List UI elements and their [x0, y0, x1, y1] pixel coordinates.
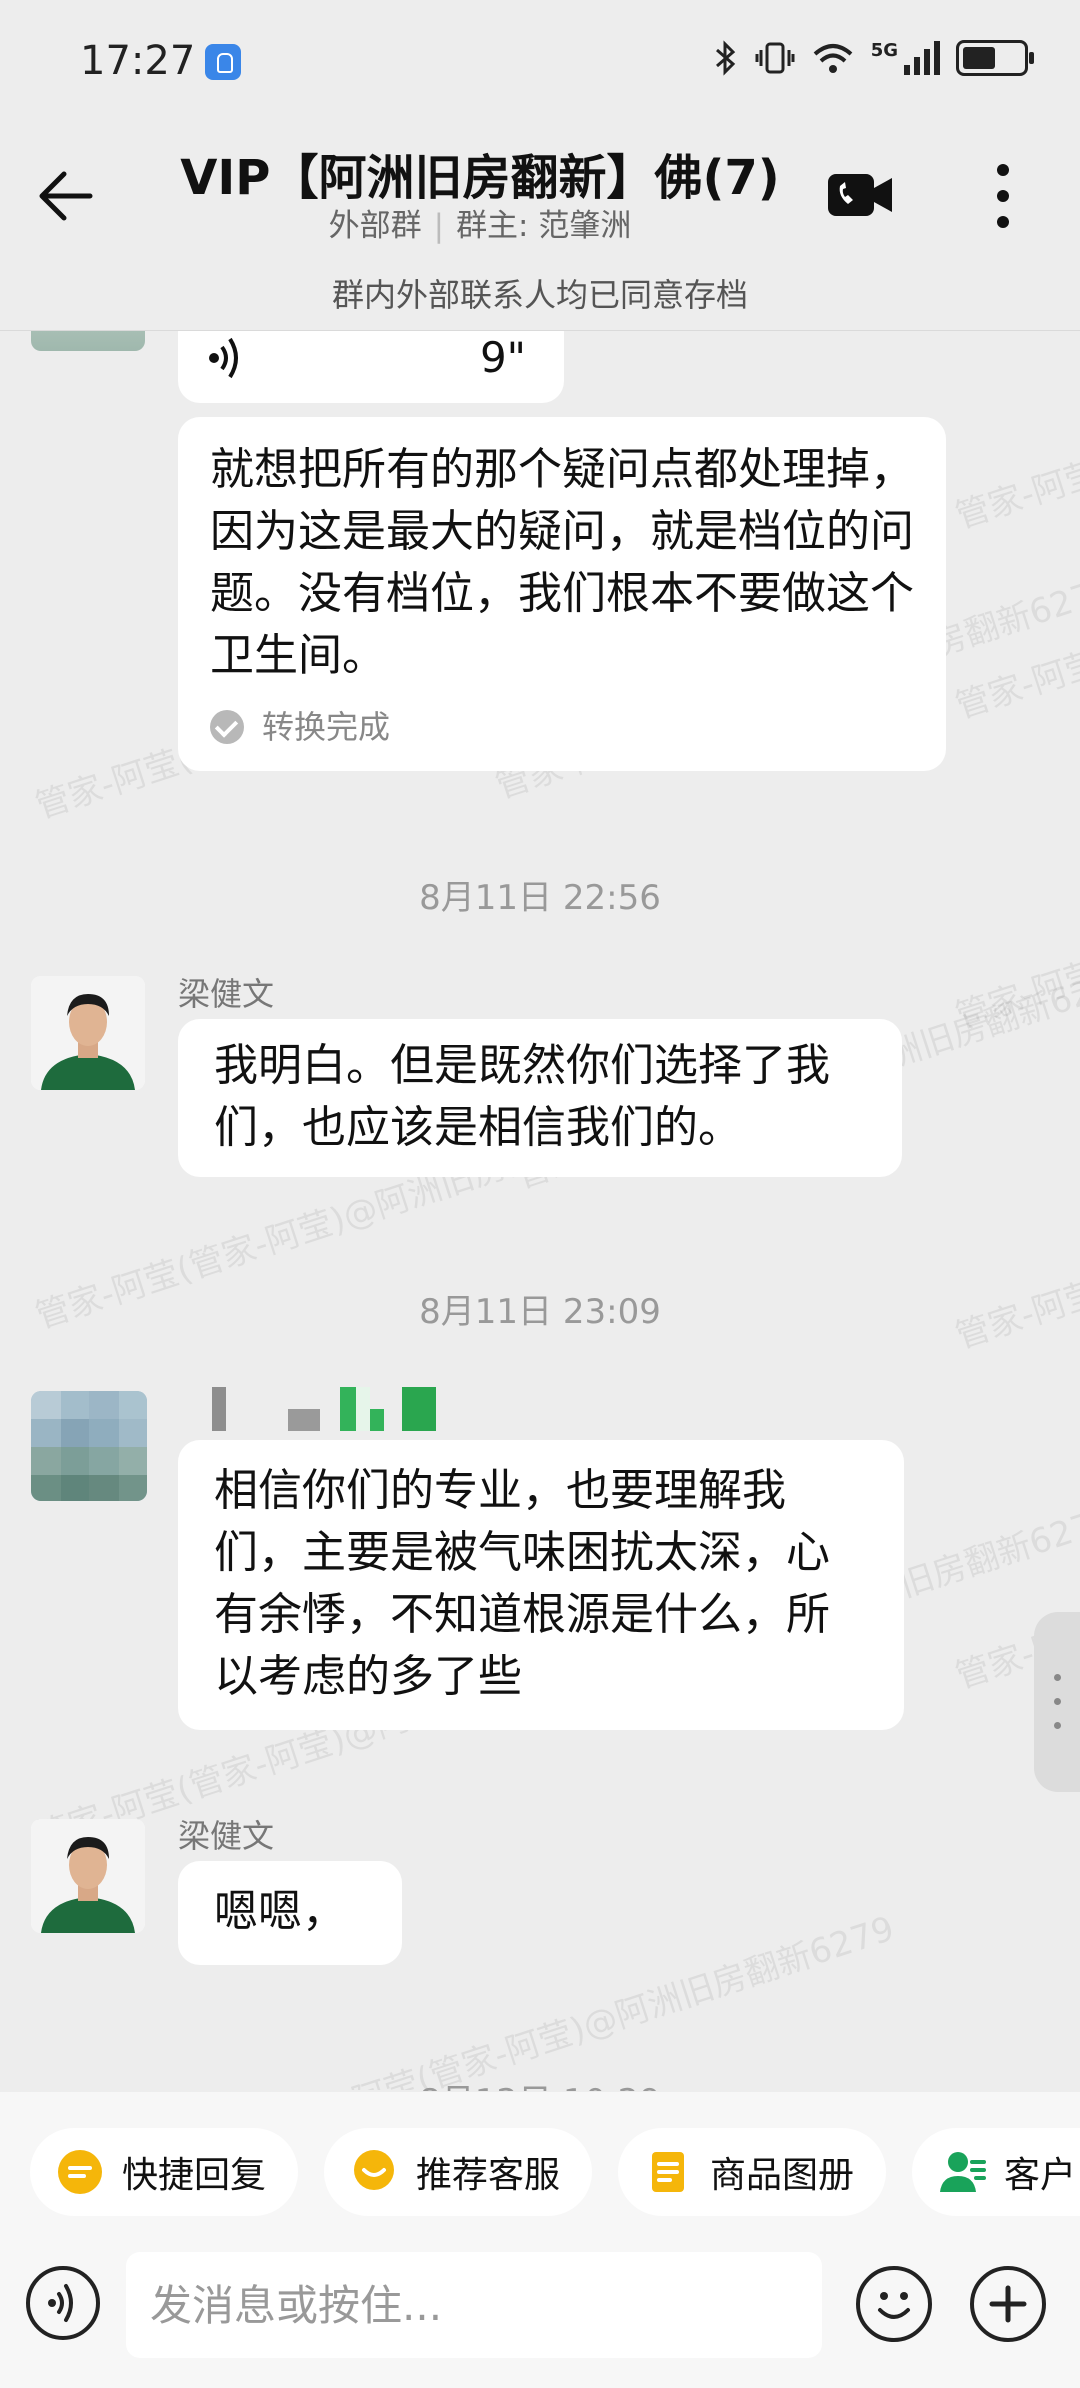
emoji-button[interactable]	[856, 2266, 932, 2342]
catalog-icon	[652, 2152, 684, 2192]
avatar[interactable]	[31, 331, 145, 351]
vibrate-icon	[755, 42, 795, 74]
person-avatar-icon	[31, 976, 145, 1090]
message-list[interactable]: 9" 就想把所有的那个疑问点都处理掉，因为这是最大的疑问，就是档位的问题。没有档…	[0, 331, 1080, 2091]
customer-label: 客户	[1004, 2155, 1077, 2196]
customer-button[interactable]: 客户	[912, 2128, 1080, 2216]
smiley-icon	[878, 2292, 910, 2319]
signal-icon	[904, 41, 940, 75]
input-bar	[0, 2242, 1080, 2388]
chat-bubble-icon	[354, 2150, 394, 2190]
pixelated-avatar-icon	[31, 1391, 147, 1501]
status-time: 17:27	[80, 38, 196, 84]
group-title[interactable]: VIP【阿洲旧房翻新】佛(7)	[160, 138, 800, 208]
chat-header: VIP【阿洲旧房翻新】佛(7) 外部群 | 群主: 范肇洲 群内外部联系人均已同意存…	[0, 120, 1080, 331]
timestamp: 8月11日 23:09	[419, 1292, 661, 1332]
timestamp: 8月12日 10:29	[0, 2074, 1080, 2091]
voice-input-button[interactable]	[26, 2266, 100, 2340]
video-call-icon[interactable]	[826, 160, 896, 230]
battery-icon	[956, 40, 1034, 76]
quick-actions-bar: 快捷回复 推荐客服 商品图册 客户	[0, 2092, 1080, 2242]
quick-reply-label: 快捷回复	[122, 2155, 267, 2196]
back-arrow-icon[interactable]	[30, 156, 110, 236]
customer-icon	[940, 2152, 986, 2192]
group-subtitle: 外部群 | 群主: 范肇洲	[328, 208, 632, 244]
quick-reply-icon	[58, 2150, 102, 2194]
voice-message-bubble[interactable]: 9"	[178, 331, 564, 403]
voice-wave-icon	[48, 2284, 73, 2322]
sender-name: 梁健文	[178, 975, 275, 1013]
sender-name: 梁健文	[178, 1817, 275, 1855]
message-bubble[interactable]: 我明白。但是既然你们选择了我们，也应该是相信我们的。	[178, 1019, 902, 1177]
status-bar: 17:27 5G	[0, 0, 1080, 120]
side-drawer-handle[interactable]	[1034, 1612, 1080, 1792]
group-type-label: 外部群	[328, 208, 422, 244]
recommend-service-label: 推荐客服	[416, 2155, 561, 2196]
status-icons: 5G	[713, 40, 1034, 76]
transcript-status: 转换完成	[210, 707, 914, 747]
product-catalog-label: 商品图册	[710, 2155, 855, 2196]
transcript-text: 就想把所有的那个疑问点都处理掉，因为这是最大的疑问，就是档位的问题。没有档位，我…	[210, 444, 914, 681]
app-notification-icon	[205, 44, 241, 80]
avatar[interactable]	[31, 1819, 145, 1933]
avatar[interactable]	[31, 976, 145, 1090]
avatar[interactable]	[31, 1391, 147, 1501]
bluetooth-icon	[715, 40, 735, 76]
quick-reply-button[interactable]: 快捷回复	[30, 2128, 298, 2216]
transcript-bubble[interactable]: 就想把所有的那个疑问点都处理掉，因为这是最大的疑问，就是档位的问题。没有档位，我…	[178, 417, 946, 771]
more-options-icon[interactable]	[978, 156, 1028, 236]
voice-wave-icon	[209, 337, 238, 379]
pixelated-sender-name	[212, 1387, 436, 1431]
message-bubble[interactable]: 嗯嗯，	[178, 1861, 402, 1965]
check-circle-icon	[210, 710, 244, 744]
wifi-icon	[813, 44, 853, 73]
network-type: 5G	[870, 40, 898, 61]
more-actions-button[interactable]	[970, 2266, 1046, 2342]
message-input[interactable]	[126, 2252, 822, 2358]
voice-duration: 9"	[479, 333, 526, 382]
person-avatar-icon	[31, 1819, 145, 1933]
archive-notice: 群内外部联系人均已同意存档	[331, 276, 748, 314]
transcript-status-label: 转换完成	[262, 708, 391, 746]
message-bubble[interactable]: 相信你们的专业，也要理解我们，主要是被气味困扰太深，心有余悸，不知道根源是什么，…	[178, 1440, 904, 1730]
timestamp: 8月11日 22:56	[419, 878, 661, 918]
group-owner-label: 群主: 范肇洲	[456, 208, 632, 244]
recommend-service-button[interactable]: 推荐客服	[324, 2128, 592, 2216]
plus-icon	[989, 2285, 1027, 2323]
product-catalog-button[interactable]: 商品图册	[618, 2128, 886, 2216]
